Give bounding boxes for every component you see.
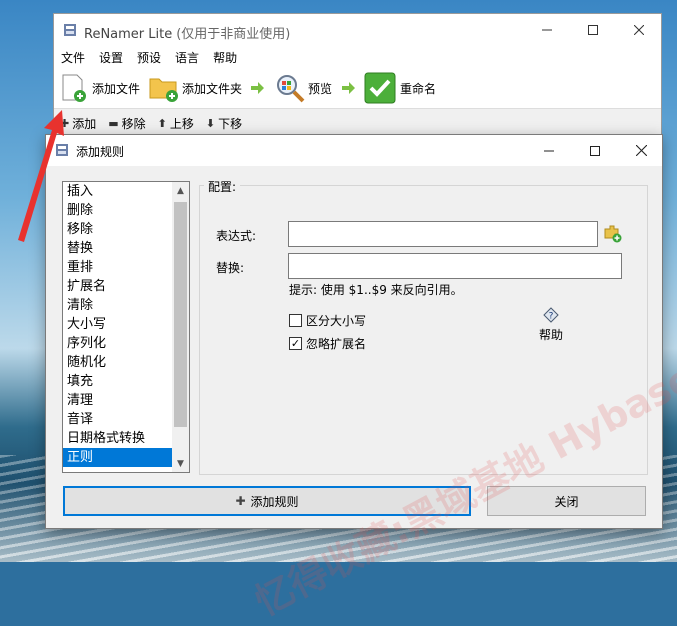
main-titlebar: ReNamer Lite (仅用于非商业使用) (54, 14, 661, 46)
rule-type-list[interactable]: 插入 删除 移除 替换 重排 扩展名 清除 大小写 序列化 随机化 填充 清理 … (62, 181, 190, 473)
preview-button[interactable]: 预览 (274, 68, 332, 108)
minimize-button[interactable] (524, 14, 570, 46)
renamer-app-icon (64, 24, 76, 36)
rename-button[interactable]: 重命名 (364, 68, 436, 108)
list-item[interactable]: 扩展名 (63, 277, 173, 296)
case-sensitive-box[interactable] (289, 314, 302, 327)
dialog-minimize-button[interactable] (526, 135, 572, 166)
arrow-right-icon (251, 82, 264, 94)
preview-label: 预览 (308, 81, 333, 96)
rename-label: 重命名 (400, 81, 437, 96)
help-label: 帮助 (538, 328, 563, 342)
menubar: 文件 设置 预设 语言 帮助 (54, 46, 661, 68)
svg-text:?: ? (549, 312, 554, 322)
expression-input[interactable] (288, 221, 598, 247)
menu-file[interactable]: 文件 (54, 46, 92, 68)
remove-label: 移除 (121, 117, 146, 131)
move-up-button[interactable]: ⬆ 上移 (158, 115, 194, 132)
list-item-selected[interactable]: 正则 (63, 448, 173, 467)
help-diamond-icon: ? (543, 307, 559, 323)
remove-rule-button[interactable]: ▬ 移除 (108, 115, 145, 132)
expression-label: 表达式: (216, 229, 257, 243)
app-name: ReNamer Lite (84, 27, 173, 42)
move-down-label: 下移 (218, 117, 243, 131)
minimize-icon (542, 29, 552, 31)
plus-icon: ✚ (60, 117, 70, 130)
replace-label: 替换: (216, 261, 245, 275)
scroll-down-icon[interactable]: ▼ (172, 455, 189, 472)
arrow-down-icon: ⬇ (205, 117, 216, 130)
dialog-maximize-button[interactable] (572, 135, 618, 166)
rule-list-scrollbar[interactable]: ▲ ▼ (172, 182, 189, 472)
close-icon (635, 145, 647, 156)
minimize-icon (544, 150, 554, 151)
list-item[interactable]: 重排 (63, 258, 173, 277)
add-folder-label: 添加文件夹 (182, 81, 243, 96)
ignore-extension-checkbox[interactable]: ✓ 忽略扩展名 (289, 335, 366, 352)
menu-language[interactable]: 语言 (168, 46, 206, 68)
add-label: 添加 (72, 117, 97, 131)
add-rule-dialog: 添加规则 插入 删除 移除 替换 重排 扩展名 清除 大小写 序列化 随机化 填… (45, 134, 677, 624)
menu-help[interactable]: 帮助 (206, 46, 244, 68)
main-window-title: ReNamer Lite (仅用于非商业使用) (84, 23, 290, 42)
list-item[interactable]: 删除 (63, 201, 173, 220)
plus-icon: ✚ (235, 494, 246, 508)
app-subtitle: (仅用于非商业使用) (176, 27, 291, 42)
main-window: ReNamer Lite (仅用于非商业使用) 文件 设置 预设 语言 帮助 添加… (53, 13, 662, 148)
ignore-extension-box[interactable]: ✓ (289, 337, 302, 350)
move-down-button[interactable]: ⬇ 下移 (206, 115, 242, 132)
hint-text: 提示: 使用 $1..$9 来反向引用。 (289, 283, 463, 297)
help-button[interactable]: ? 帮助 (536, 307, 566, 343)
regex-helper-icon[interactable] (602, 223, 622, 243)
list-item[interactable]: 替换 (63, 239, 173, 258)
case-sensitive-label: 区分大小写 (306, 314, 367, 328)
list-item[interactable]: 音译 (63, 410, 173, 429)
case-sensitive-checkbox[interactable]: 区分大小写 (289, 312, 366, 329)
replace-input[interactable] (288, 253, 622, 279)
dialog-titlebar: 添加规则 (46, 135, 662, 166)
list-item[interactable]: 日期格式转换 (63, 429, 173, 448)
add-folder-icon (149, 78, 178, 102)
add-rule-button[interactable]: ✚ 添加规则 (63, 486, 471, 516)
arrow-up-icon: ⬆ (157, 117, 167, 130)
add-files-label: 添加文件 (92, 81, 141, 96)
maximize-button[interactable] (570, 14, 616, 46)
menu-presets[interactable]: 预设 (130, 46, 168, 68)
config-label: 配置: (204, 178, 241, 195)
move-up-label: 上移 (169, 117, 194, 131)
close-icon (634, 25, 644, 35)
list-item[interactable]: 移除 (63, 220, 173, 239)
dialog-close-action-button[interactable]: 关闭 (487, 486, 646, 516)
maximize-icon (590, 145, 600, 156)
checkmark-icon (364, 72, 396, 104)
add-folder-button[interactable]: 添加文件夹 (148, 68, 242, 108)
dialog-title: 添加规则 (76, 145, 125, 159)
add-rule-toolbar-button[interactable]: ✚ 添加 (60, 115, 96, 132)
add-rule-label: 添加规则 (250, 494, 299, 509)
maximize-icon (588, 25, 598, 35)
list-item[interactable]: 随机化 (63, 353, 173, 372)
close-button[interactable] (616, 14, 662, 46)
list-item[interactable]: 清理 (63, 391, 173, 410)
list-item[interactable]: 插入 (63, 182, 173, 201)
menu-settings[interactable]: 设置 (92, 46, 130, 68)
main-toolbar: 添加文件 添加文件夹 预览 重命名 (54, 68, 661, 108)
magnifier-icon (277, 75, 305, 103)
list-item[interactable]: 清除 (63, 296, 173, 315)
list-item[interactable]: 大小写 (63, 315, 173, 334)
dialog-close-button[interactable] (618, 135, 664, 166)
close-label: 关闭 (554, 494, 579, 509)
arrow-right-icon (342, 82, 355, 94)
scrollbar-thumb[interactable] (174, 202, 187, 427)
add-file-icon (62, 74, 86, 102)
list-item[interactable]: 填充 (63, 372, 173, 391)
minus-icon: ▬ (108, 117, 119, 130)
ignore-extension-label: 忽略扩展名 (306, 337, 367, 351)
renamer-app-icon (56, 144, 68, 156)
add-files-button[interactable]: 添加文件 (60, 68, 140, 108)
scroll-up-icon[interactable]: ▲ (172, 182, 189, 199)
list-item[interactable]: 序列化 (63, 334, 173, 353)
